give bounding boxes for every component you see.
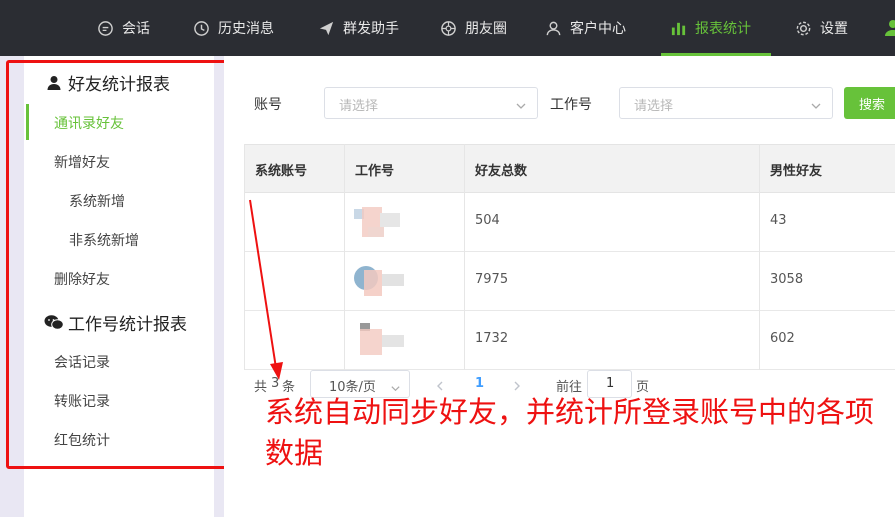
account-placeholder: 请选择 [339, 99, 379, 114]
column-header[interactable]: 好友总数 [475, 160, 527, 179]
menu-red-packet-stats[interactable]: 红包统计 [54, 430, 110, 450]
user-icon [544, 19, 562, 37]
cell-male: 43 [770, 213, 787, 228]
menu-non-system-added[interactable]: 非系统新增 [69, 230, 139, 250]
chevron-down-icon [390, 379, 401, 392]
left-strip [0, 56, 24, 517]
nav-label: 群发助手 [343, 21, 399, 37]
goto-page-value: 1 [606, 376, 615, 391]
aperture-icon [439, 19, 457, 37]
nav-item-settings[interactable]: 设置 [794, 0, 848, 56]
blurred-avatar [350, 321, 410, 363]
nav-label: 客户中心 [570, 21, 626, 37]
menu-new-friends[interactable]: 新增好友 [54, 152, 110, 172]
table-row[interactable]: 1732 602 [244, 311, 895, 370]
nav-item-reports[interactable]: 报表统计 [661, 0, 771, 56]
menu-system-added[interactable]: 系统新增 [69, 191, 125, 211]
nav-item-customers[interactable]: 客户中心 [544, 0, 626, 56]
sidebar-divider [214, 56, 224, 517]
nav-item-chat[interactable]: 会话 [96, 0, 150, 56]
nav-label: 历史消息 [218, 21, 274, 37]
table-header: 系统账号 工作号 好友总数 男性好友 [244, 144, 895, 193]
nav-label: 朋友圈 [465, 21, 507, 37]
nav-label: 设置 [820, 21, 848, 37]
column-header[interactable]: 男性好友 [770, 160, 822, 179]
pager-total-count: 3 [271, 376, 280, 391]
menu-contacts-friends[interactable]: 通讯录好友 [54, 113, 124, 133]
cell-male: 3058 [770, 272, 804, 287]
current-page[interactable]: 1 [475, 376, 484, 391]
account-select[interactable]: 请选择 [324, 87, 538, 119]
nav-item-broadcast[interactable]: 群发助手 [317, 0, 399, 56]
account-label: 账号 [254, 97, 282, 113]
wechat-icon [44, 313, 64, 333]
menu-deleted-friends[interactable]: 删除好友 [54, 269, 110, 289]
active-indicator [26, 104, 29, 140]
cell-total: 1732 [475, 331, 509, 346]
chat-icon [96, 19, 114, 37]
bar-chart-icon [669, 19, 687, 37]
top-nav: 会话 历史消息 群发助手 朋友圈 客户中心 报表统计 设置 [0, 0, 895, 56]
column-header[interactable]: 工作号 [355, 160, 394, 179]
table-row[interactable]: 7975 3058 [244, 252, 895, 311]
gear-icon [794, 19, 812, 37]
work-no-placeholder: 请选择 [634, 99, 674, 114]
column-header[interactable]: 系统账号 [255, 160, 307, 179]
section-title: 好友统计报表 [68, 75, 170, 95]
menu-transfer-records[interactable]: 转账记录 [54, 391, 110, 411]
nav-label: 报表统计 [695, 21, 751, 37]
blurred-avatar [350, 262, 410, 304]
user-menu-icon[interactable] [884, 18, 895, 38]
menu-chat-records[interactable]: 会话记录 [54, 352, 110, 372]
cell-total: 7975 [475, 272, 509, 287]
blurred-avatar [350, 203, 410, 245]
search-button[interactable]: 搜索 [844, 87, 895, 119]
section-workno-stats: 工作号统计报表 [44, 310, 187, 335]
work-no-label: 工作号 [550, 97, 592, 113]
chevron-down-icon [810, 97, 822, 109]
table-row[interactable]: 504 43 [244, 193, 895, 252]
section-title: 工作号统计报表 [68, 315, 187, 335]
column-divider [464, 144, 465, 370]
nav-item-moments[interactable]: 朋友圈 [439, 0, 507, 56]
annotation-text: 系统自动同步好友，并统计所登录账号中的各项数据 [265, 395, 875, 470]
person-icon [44, 73, 64, 93]
nav-item-history[interactable]: 历史消息 [192, 0, 274, 56]
cell-total: 504 [475, 213, 500, 228]
chevron-down-icon [515, 97, 527, 109]
table-border [244, 144, 245, 370]
column-divider [759, 144, 760, 370]
column-divider [344, 144, 345, 370]
nav-label: 会话 [122, 21, 150, 37]
section-friend-stats: 好友统计报表 [44, 70, 170, 95]
send-icon [317, 19, 335, 37]
clock-icon [192, 19, 210, 37]
cell-male: 602 [770, 331, 795, 346]
work-no-select[interactable]: 请选择 [619, 87, 833, 119]
